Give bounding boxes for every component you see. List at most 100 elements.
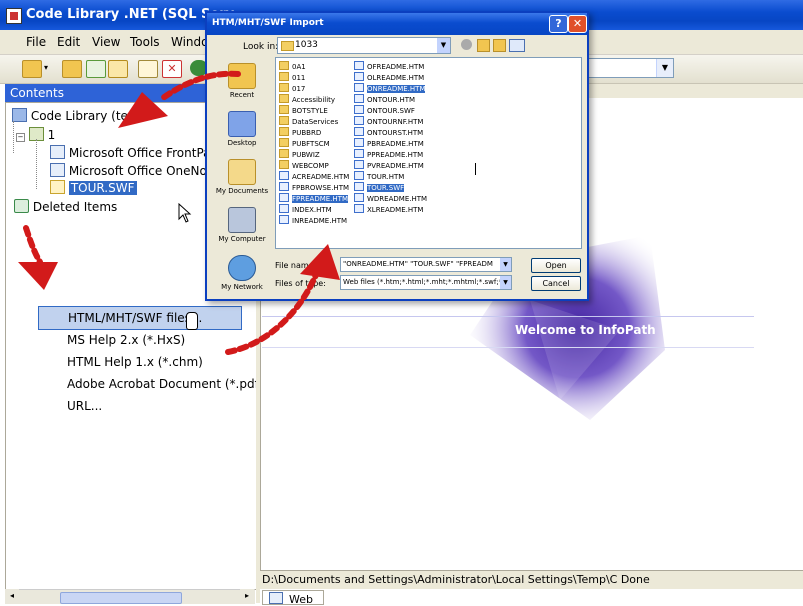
scrollbar-thumb[interactable] [60,592,182,604]
menu-item-html-mht-swf[interactable]: HTML/MHT/SWF files... [38,306,242,330]
folder-icon [279,61,289,70]
scroll-left-icon[interactable]: ◂ [5,589,19,603]
file-item[interactable]: ONTOURNF.HTM [354,116,427,127]
look-in-combo[interactable]: 1033 ▼ [277,37,451,54]
place-my-network[interactable]: My Network [211,255,273,291]
file-list[interactable]: 0A1 011 017 Accessibility BOTSTYLE DataServic… [275,57,582,249]
file-item[interactable]: PUBFTSCM [279,138,349,149]
views-menu-icon[interactable] [509,39,525,52]
place-my-documents[interactable]: My Documents [211,159,273,195]
file-item-label: ONREADME.HTM [367,85,426,93]
file-item[interactable]: ACREADME.HTM [279,171,349,182]
file-item[interactable]: FPREADME.HTM [279,193,349,204]
files-of-type-select[interactable]: Web files (*.htm;*.html;*.mht;*.mhtml;*.… [340,275,512,290]
dropdown-arrow-icon[interactable]: ▾ [44,60,52,76]
file-item[interactable]: BOTSTYLE [279,105,349,116]
status-path: D:\Documents and Settings\Administrator\… [262,573,650,586]
file-item[interactable]: 0A1 [279,61,349,72]
file-item[interactable]: PUBWIZ [279,149,349,160]
cancel-button[interactable]: Cancel [531,276,581,291]
place-my-computer[interactable]: My Computer [211,207,273,243]
file-item[interactable]: OLREADME.HTM [354,72,427,83]
file-item[interactable]: PUBBRD [279,127,349,138]
back-icon[interactable] [461,39,472,50]
file-item[interactable]: PBREADME.HTM [354,138,427,149]
file-item[interactable]: ONREADME.HTM [354,83,427,94]
horizontal-scrollbar[interactable] [5,589,255,604]
tab-web-label: Web [289,593,313,606]
place-label: My Network [221,283,263,291]
file-item[interactable]: ONTOUR.SWF [354,105,427,116]
look-in-label: Look in: [243,42,279,52]
new-folder-icon[interactable] [493,39,506,52]
new-folder-icon[interactable] [62,60,82,78]
status-bar: D:\Documents and Settings\Administrator\… [260,570,803,589]
chevron-down-icon[interactable]: ▼ [437,38,450,53]
web-file-icon [279,182,289,191]
file-name-input[interactable]: "ONREADME.HTM" "TOUR.SWF" "FPREADM ▼ [340,257,512,272]
file-item[interactable]: FPBROWSE.HTM [279,182,349,193]
tree-deleted-items[interactable]: Deleted Items [14,199,117,214]
menu-item-label: MS Help 2.x (*.HxS) [67,333,186,347]
page-icon [50,145,65,159]
file-item[interactable]: DataServices [279,116,349,127]
menu-item-pdf[interactable]: Adobe Acrobat Document (*.pdf) [38,373,264,395]
menu-item-ms-help[interactable]: MS Help 2.x (*.HxS) [38,329,252,351]
tree-item-label: TOUR.SWF [68,181,137,195]
menu-edit[interactable]: Edit [57,35,80,49]
import-menu: HTML/MHT/SWF files... MS Help 2.x (*.HxS… [38,306,264,417]
my-computer-icon [228,207,256,233]
menu-view[interactable]: View [92,35,120,49]
menu-tools[interactable]: Tools [130,35,160,49]
scroll-right-icon[interactable]: ▸ [240,589,254,603]
close-button[interactable]: ✕ [568,15,587,33]
refresh-icon[interactable] [86,60,106,78]
tree-item-frontpage[interactable]: Microsoft Office FrontPage [50,145,226,160]
web-file-icon [354,138,364,147]
chevron-down-icon[interactable]: ▼ [500,258,511,271]
file-item[interactable]: 011 [279,72,349,83]
open-folder-icon[interactable] [22,60,42,78]
menu-file[interactable]: File [26,35,46,49]
file-item[interactable]: ONTOUR.HTM [354,94,427,105]
help-button[interactable]: ? [549,15,568,33]
file-item[interactable]: TOUR.HTM [354,171,427,182]
delete-icon[interactable]: ✕ [162,60,182,78]
dialog-title-bar[interactable]: HTM/MHT/SWF Import ? ✕ [207,13,587,35]
folder-icon [279,72,289,81]
file-item[interactable]: WEBCOMP [279,160,349,171]
place-desktop[interactable]: Desktop [211,111,273,147]
menu-item-url[interactable]: URL... [38,395,252,417]
tree-item-tour-swf[interactable]: TOUR.SWF [50,180,137,195]
menu-item-html-help[interactable]: HTML Help 1.x (*.chm) [38,351,252,373]
file-item[interactable]: INREADME.HTM [279,215,349,226]
file-item-label: ONTOUR.SWF [367,107,415,115]
my-network-icon [228,255,256,281]
file-item[interactable]: 017 [279,83,349,94]
chevron-down-icon[interactable]: ▼ [500,276,511,289]
up-folder-icon[interactable] [477,39,490,52]
new-document-icon[interactable] [138,60,158,78]
tree-node-1-label: 1 [47,128,56,142]
properties-icon[interactable] [108,60,128,78]
tree-root[interactable]: Code Library (test) [12,108,144,123]
web-file-icon [279,204,289,213]
place-recent[interactable]: Recent [211,63,273,99]
file-item-label: PUBBRD [292,129,322,137]
file-item[interactable]: WDREADME.HTM [354,193,427,204]
file-item[interactable]: ONTOURST.HTM [354,127,427,138]
file-item[interactable]: Accessibility [279,94,349,105]
file-item[interactable]: TOUR.SWF [354,182,427,193]
toolbar-combo[interactable]: ▼ [580,58,674,78]
file-item[interactable]: OFREADME.HTM [354,61,427,72]
open-button[interactable]: Open [531,258,581,273]
file-item[interactable]: PVREADME.HTM [354,160,427,171]
file-item[interactable]: XLREADME.HTM [354,204,427,215]
file-item[interactable]: PPREADME.HTM [354,149,427,160]
file-item[interactable]: INDEX.HTM [279,204,349,215]
my-documents-icon [228,159,256,185]
collapse-icon[interactable]: − [16,133,25,142]
menu-window[interactable]: Windo [171,35,209,49]
tree-root-label: Code Library (test) [30,109,144,123]
chevron-down-icon[interactable]: ▼ [656,59,673,77]
